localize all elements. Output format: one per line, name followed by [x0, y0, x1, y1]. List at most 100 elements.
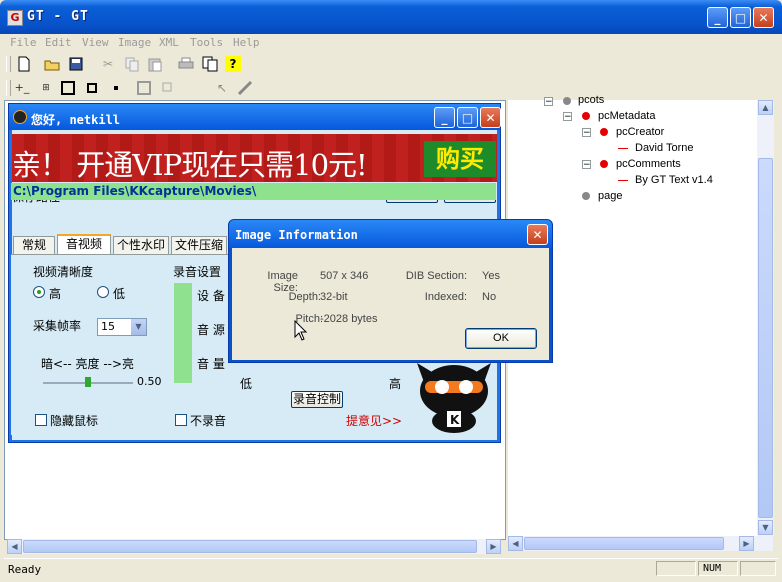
menu-help[interactable]: Help — [233, 36, 260, 49]
scroll-up-icon[interactable]: ▲ — [758, 100, 773, 115]
brush-icon[interactable] — [237, 80, 253, 96]
mouse-cursor-icon — [294, 319, 308, 342]
tree-node-icon — [563, 97, 571, 105]
tree-item-pccomments[interactable]: pcComments — [616, 158, 681, 170]
new-file-icon[interactable] — [16, 56, 32, 72]
save-icon[interactable] — [68, 56, 84, 72]
tree-item-pcots[interactable]: pcots — [578, 94, 604, 106]
scroll-right-icon[interactable]: ▶ — [486, 539, 501, 554]
rect-select-icon[interactable] — [136, 80, 152, 96]
pointer-icon[interactable]: ↖ — [214, 80, 230, 96]
scroll-thumb[interactable] — [23, 540, 477, 553]
minimize-button[interactable]: _ — [707, 7, 728, 28]
tree-vertical-scrollbar[interactable]: ▲ ▼ — [757, 100, 774, 536]
kk-mascot-icon: K — [415, 355, 493, 433]
menu-tools[interactable]: Tools — [190, 36, 223, 49]
rect-move-icon[interactable] — [160, 80, 176, 96]
scroll-right-icon[interactable]: ▶ — [739, 536, 754, 551]
tab-general[interactable]: 常规 — [13, 236, 55, 254]
tree-expander[interactable]: − — [582, 160, 591, 170]
main-title-bar[interactable]: G GT - GT _ □ ✕ — [0, 0, 782, 34]
toolbar-grip[interactable] — [6, 80, 11, 96]
image-size-value: 507 x 346 — [320, 270, 369, 282]
scroll-down-icon[interactable]: ▼ — [758, 520, 773, 535]
tree-expander[interactable]: − — [563, 112, 572, 122]
tree-expander[interactable]: − — [544, 97, 553, 107]
tree-item-creator-value[interactable]: David Torne — [635, 142, 694, 154]
tab-av[interactable]: 音视频 — [57, 234, 111, 254]
copy-icon[interactable] — [124, 56, 140, 72]
menu-image[interactable]: Image — [118, 36, 151, 49]
maximize-button[interactable]: □ — [730, 7, 751, 28]
box-medium-icon[interactable] — [84, 80, 100, 96]
menu-file[interactable]: File — [10, 36, 37, 49]
tree-horizontal-scrollbar[interactable]: ◀ ▶ — [508, 536, 773, 551]
record-control-button[interactable]: 录音控制 — [291, 391, 343, 408]
svg-text:K: K — [450, 413, 460, 427]
save-path-field[interactable]: C:\Program Files\KKcapture\Movies\ — [11, 183, 496, 200]
toolbar-grip[interactable] — [6, 56, 11, 72]
dialog-close-button[interactable]: ✕ — [527, 224, 548, 245]
dialog-title: Image Information — [235, 228, 358, 242]
kk-minimize-button[interactable]: _ — [434, 107, 455, 128]
quality-low-label: 低 — [113, 287, 126, 301]
tree-leaf-icon — [618, 180, 628, 181]
ok-button[interactable]: OK — [465, 328, 537, 349]
brightness-slider-thumb[interactable] — [85, 377, 91, 387]
print-icon[interactable] — [178, 56, 194, 72]
dialog-title-bar[interactable]: Image Information ✕ — [229, 220, 552, 248]
kk-maximize-button[interactable]: □ — [457, 107, 478, 128]
cut-icon[interactable]: ✂ — [100, 56, 116, 72]
status-cell — [740, 561, 776, 576]
quality-low-radio[interactable] — [97, 286, 109, 298]
feedback-link[interactable]: 提意见>> — [346, 412, 402, 429]
kk-close-button[interactable]: ✕ — [480, 107, 501, 128]
add-point-icon[interactable]: +_ — [14, 80, 30, 96]
box-large-icon[interactable] — [60, 80, 76, 96]
tab-compress[interactable]: 文件压缩 — [171, 236, 227, 254]
tree-item-pcmetadata[interactable]: pcMetadata — [598, 110, 655, 122]
volume-high-label: 高 — [389, 377, 402, 391]
fps-select[interactable]: 15 ▼ — [97, 318, 147, 336]
paste-icon[interactable] — [147, 56, 163, 72]
box-small-icon[interactable] — [108, 80, 124, 96]
tree-node-icon — [600, 128, 608, 136]
menu-edit[interactable]: Edit — [45, 36, 72, 49]
quality-high-radio[interactable] — [33, 286, 45, 298]
indexed-label: Indexed: — [424, 291, 467, 303]
open-folder-icon[interactable] — [44, 56, 60, 72]
depth-value: 32-bit — [320, 291, 348, 303]
tree-item-pccreator[interactable]: pcCreator — [616, 126, 664, 138]
volume-label: 音 量 — [197, 357, 225, 371]
indexed-value: No — [482, 291, 497, 303]
status-text: Ready — [8, 563, 42, 576]
app-icon: G — [7, 10, 23, 26]
scroll-left-icon[interactable]: ◀ — [508, 536, 523, 551]
vip-banner[interactable]: 亲！ 开通VIP现在只需10元! 购买 — [12, 134, 497, 182]
tree-item-page[interactable]: page — [598, 190, 622, 202]
dib-section-label: DIB Section: — [405, 270, 467, 282]
copy-pages-icon[interactable] — [202, 56, 218, 72]
close-button[interactable]: ✕ — [753, 7, 774, 28]
menu-xml[interactable]: XML — [159, 36, 179, 49]
hide-mouse-checkbox[interactable] — [35, 414, 47, 426]
buy-button[interactable]: 购买 — [424, 141, 496, 177]
no-audio-checkbox[interactable] — [175, 414, 187, 426]
tree-item-comments-value[interactable]: By GT Text v1.4 — [635, 174, 713, 186]
grid-icon[interactable]: ⊞ — [38, 80, 54, 96]
image-horizontal-scrollbar[interactable]: ◀ ▶ — [7, 539, 501, 554]
scroll-left-icon[interactable]: ◀ — [7, 539, 22, 554]
help-icon[interactable]: ? — [225, 56, 241, 72]
pitch-label: Pitch: — [295, 313, 323, 325]
scroll-thumb[interactable] — [758, 158, 773, 518]
num-lock-indicator: NUM — [698, 561, 738, 576]
scroll-thumb[interactable] — [524, 537, 724, 550]
quality-high-label: 高 — [49, 287, 62, 301]
tree-expander[interactable]: − — [582, 128, 591, 138]
kk-title: 您好, netkill — [31, 113, 121, 127]
kk-app-icon — [13, 110, 27, 124]
vip-banner-text: 亲！ 开通VIP现在只需10元! — [12, 148, 368, 182]
menu-view[interactable]: View — [82, 36, 109, 49]
tree-node-icon — [600, 160, 608, 168]
tab-watermark[interactable]: 个性水印 — [113, 236, 169, 254]
